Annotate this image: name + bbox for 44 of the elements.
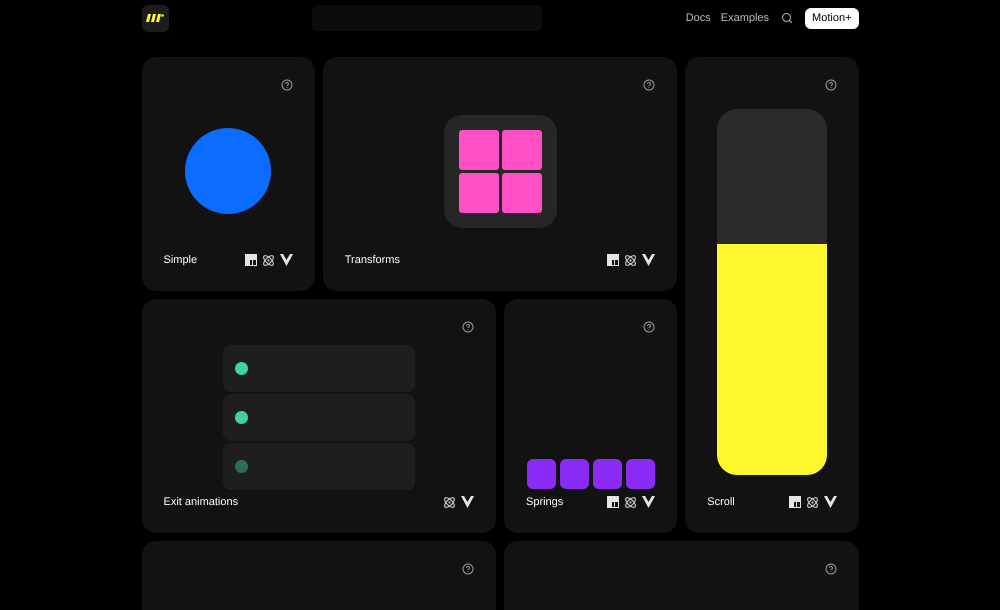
js-logo-icon (788, 496, 800, 508)
help-icon[interactable] (643, 79, 656, 91)
atom-icon (443, 496, 456, 508)
vue-logo-icon (280, 254, 293, 266)
motion-plus-button[interactable]: Motion+ (805, 8, 858, 28)
demo-card[interactable]: Simple (142, 57, 315, 291)
nav-link[interactable]: Docs (686, 10, 711, 26)
vue-logo-icon (642, 254, 656, 266)
help-icon[interactable] (462, 563, 474, 575)
grid-tile (502, 172, 542, 212)
help-icon[interactable] (824, 563, 836, 575)
atom-icon (624, 254, 638, 266)
help-icon[interactable] (280, 79, 293, 91)
card-title: Transforms (344, 252, 400, 268)
demo-card[interactable]: Transforms (322, 57, 678, 291)
spring-block (526, 459, 556, 489)
demo-card[interactable]: Springs (504, 299, 678, 533)
grid-tile (458, 130, 498, 170)
card-title: Springs (526, 494, 564, 510)
demo-card[interactable]: Exit animations (142, 299, 496, 533)
demo-card[interactable]: Scroll (685, 57, 858, 533)
grid-tile (458, 172, 498, 212)
js-logo-icon (607, 496, 620, 508)
nav-link[interactable]: Examples (720, 10, 770, 26)
help-icon[interactable] (824, 79, 836, 91)
spring-block (560, 459, 589, 489)
search-icon[interactable] (781, 12, 794, 24)
js-logo-icon (607, 254, 620, 266)
vue-logo-icon (642, 496, 656, 508)
help-icon[interactable] (643, 321, 656, 333)
card-title: Simple (164, 252, 198, 268)
vue-logo-icon (824, 496, 836, 508)
atom-icon (262, 254, 275, 266)
spring-block (592, 459, 622, 489)
spring-block (626, 459, 655, 489)
vue-logo-icon (461, 496, 474, 508)
grid-tile (502, 130, 542, 170)
card-title: Exit animations (164, 494, 238, 510)
atom-icon (806, 496, 818, 508)
card-title: Scroll (707, 494, 735, 510)
atom-icon (624, 496, 638, 508)
logo-icon[interactable] (142, 4, 168, 32)
js-logo-icon (244, 254, 257, 266)
help-icon[interactable] (462, 321, 474, 333)
